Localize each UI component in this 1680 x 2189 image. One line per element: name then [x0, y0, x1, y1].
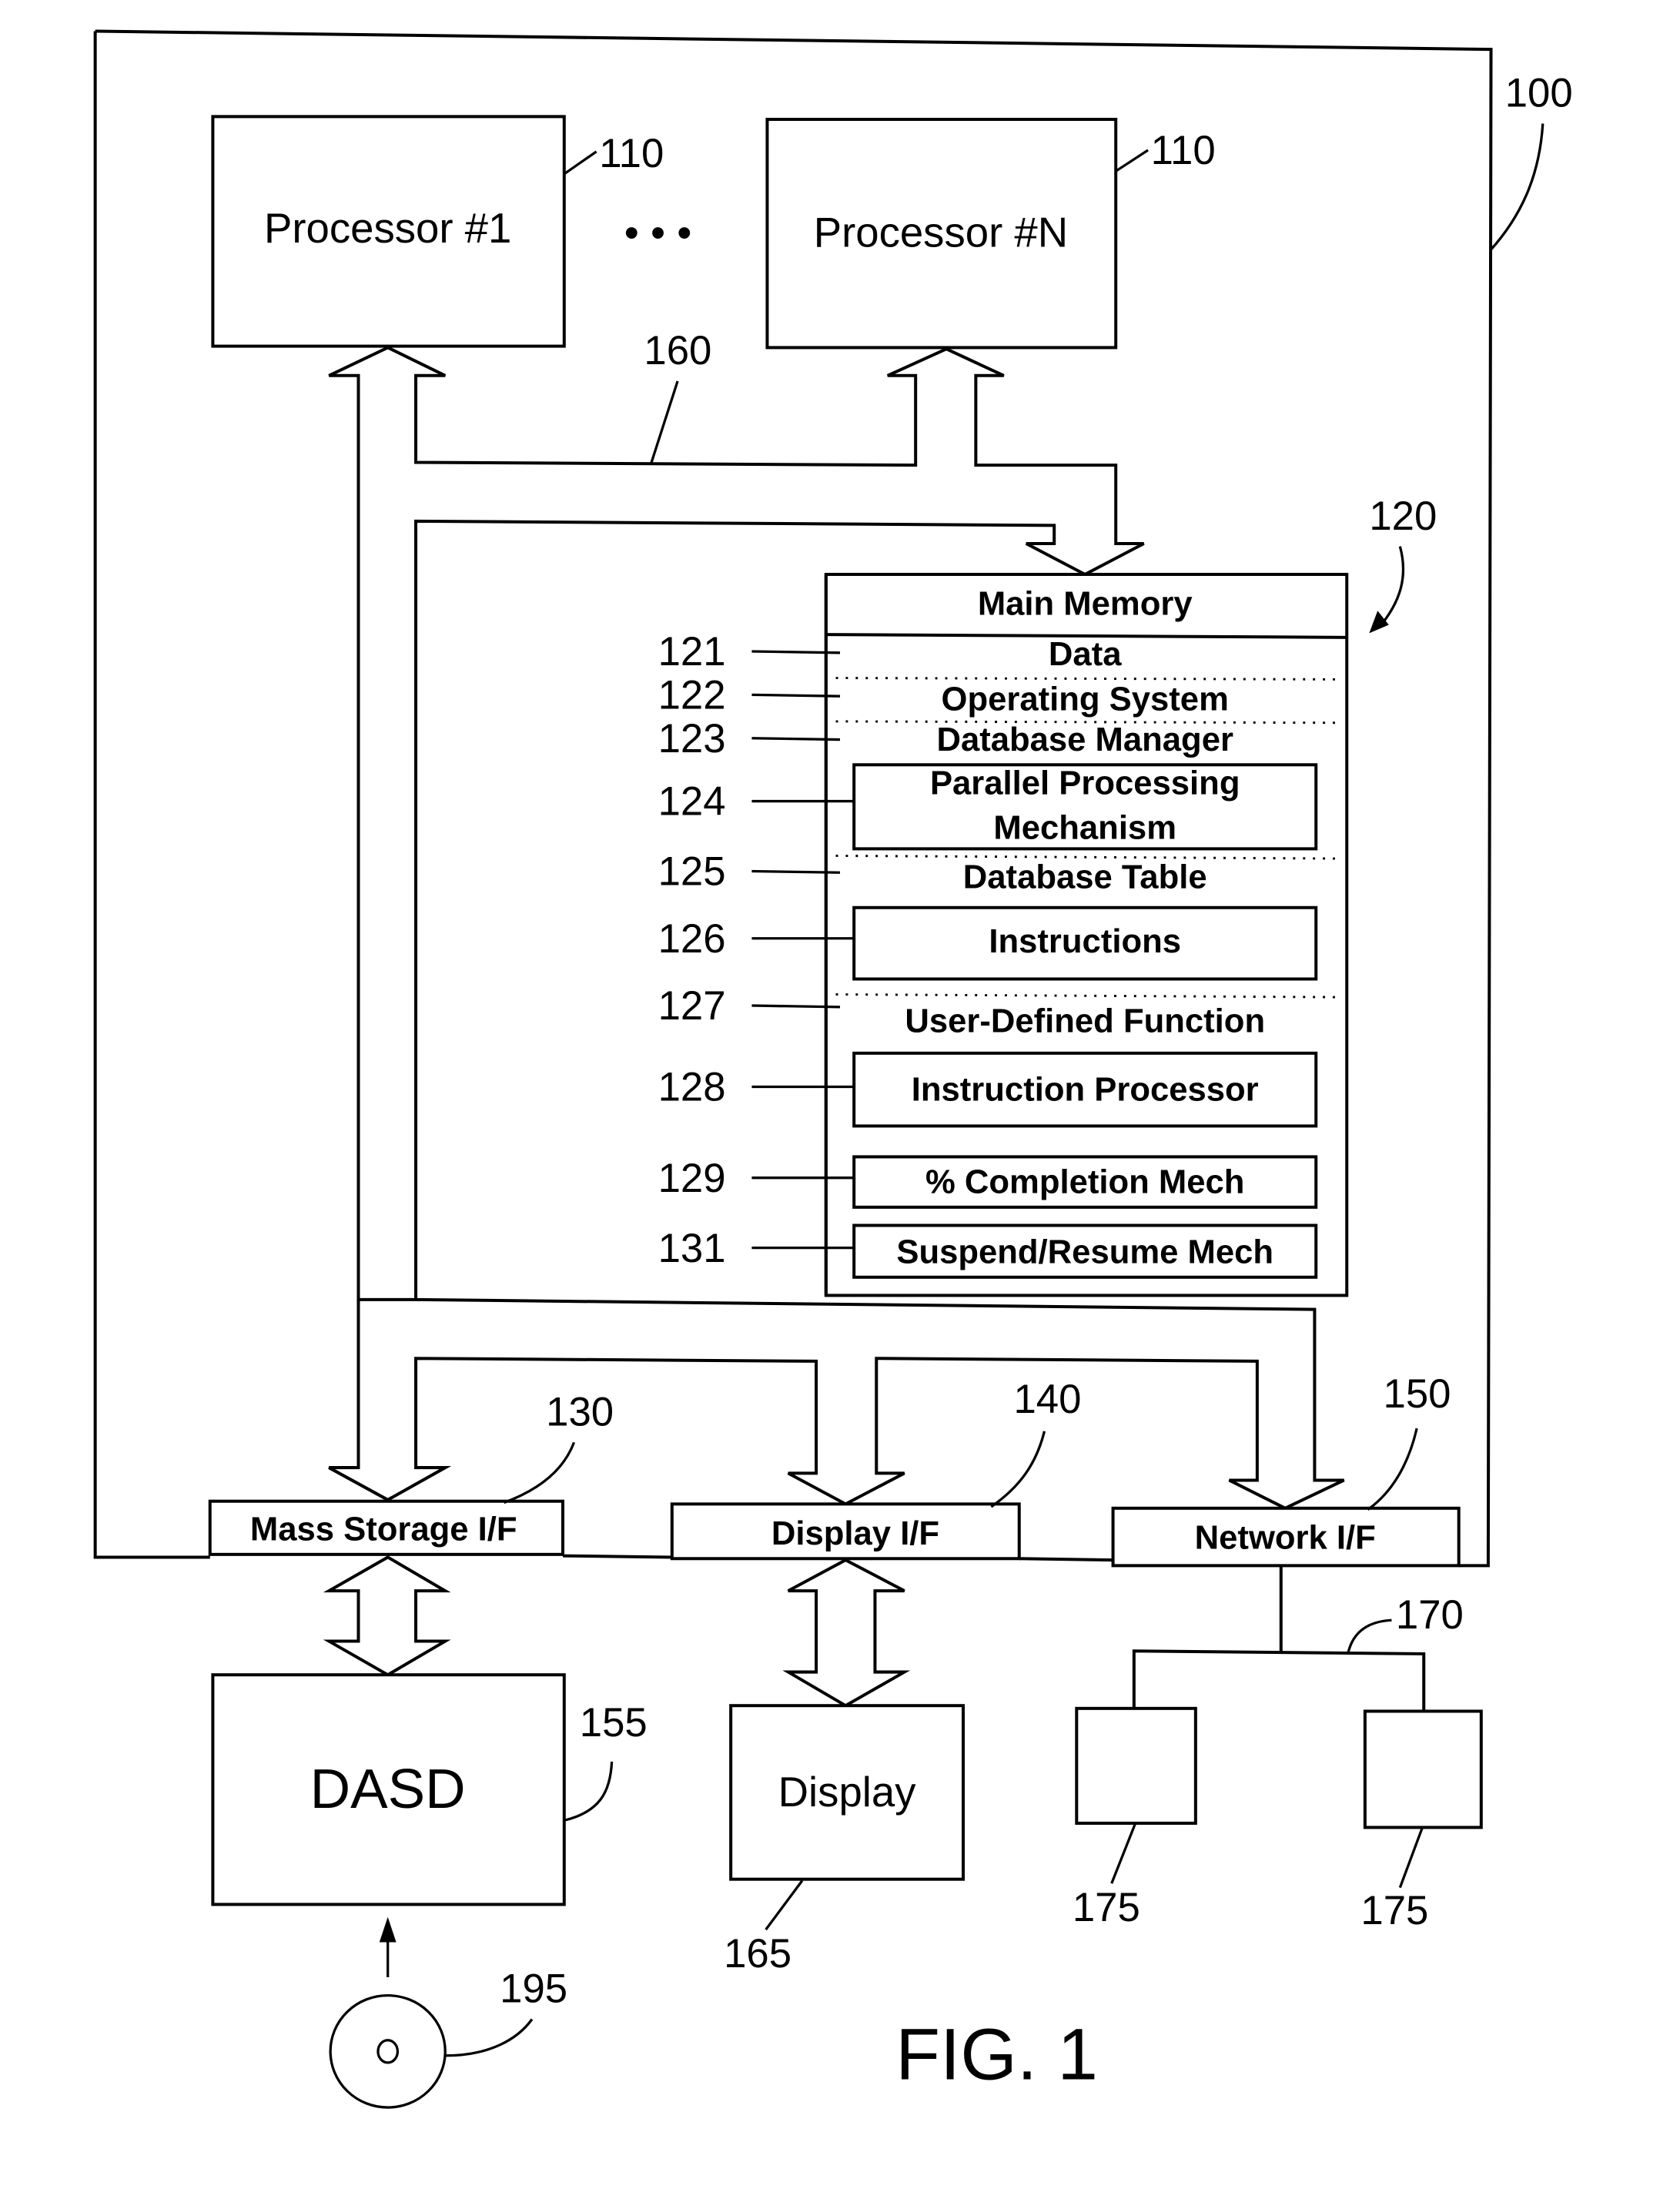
system-boundary-bottom-mid2	[1019, 1557, 1113, 1562]
ref-175-a: 175	[1073, 1885, 1140, 1930]
leader-120	[1377, 546, 1405, 629]
ref-140: 140	[1013, 1377, 1081, 1422]
display-if-label: Display I/F	[771, 1515, 939, 1552]
ref-123: 123	[658, 716, 726, 761]
mass-storage-if-label: Mass Storage I/F	[250, 1511, 517, 1548]
processor-1-ref: 110	[599, 131, 664, 176]
leader-100	[1490, 123, 1544, 251]
processor-n-leader	[1115, 149, 1149, 172]
network-branch	[1132, 1649, 1426, 1712]
ref-121: 121	[658, 629, 726, 674]
display-double-arrow	[782, 1558, 911, 1708]
ref-125: 125	[658, 849, 726, 895]
memory-item-data: Data	[1049, 635, 1122, 673]
ref-124: 124	[658, 779, 726, 825]
ref-131: 131	[658, 1226, 726, 1271]
ref-100: 100	[1505, 71, 1573, 116]
ref-122: 122	[658, 673, 726, 718]
ref-195: 195	[500, 1966, 567, 2012]
leader-155	[564, 1761, 614, 1822]
processor-1-leader	[563, 150, 597, 176]
main-memory: Main Memory 120 121 Data 122 Operating S…	[658, 494, 1437, 1297]
memory-item-instruction-processor: Instruction Processor	[912, 1071, 1259, 1109]
display-device: Display 165	[724, 1704, 965, 1976]
display-label: Display	[778, 1769, 917, 1816]
processor-n: Processor #N 110	[765, 118, 1216, 350]
ref-127: 127	[658, 983, 726, 1029]
memory-item-database-table: Database Table	[963, 858, 1207, 895]
system-boundary-100-left	[93, 31, 210, 1559]
memory-item-completion-mech: % Completion Mech	[925, 1163, 1244, 1201]
memory-item-instructions: Instructions	[989, 922, 1181, 960]
network-if-label: Network I/F	[1195, 1519, 1376, 1557]
leader-160	[649, 380, 679, 464]
leader-165	[765, 1879, 804, 1931]
leader-195	[445, 2018, 534, 2057]
disc-icon	[329, 1993, 447, 2109]
ref-170: 170	[1396, 1592, 1464, 1638]
processor-n-ref: 110	[1151, 128, 1216, 173]
workstation-1-box	[1075, 1706, 1197, 1825]
storage-media: 195	[329, 1916, 567, 2109]
leader-140	[990, 1431, 1046, 1508]
media-arrowhead	[379, 1916, 397, 1943]
leader-120-arrowhead	[1369, 611, 1389, 634]
dasd: DASD 155	[211, 1673, 648, 1906]
ellipsis-dots: • • •	[624, 209, 692, 256]
ref-128: 128	[658, 1065, 726, 1110]
memory-item-user-defined-function: User-Defined Function	[905, 1002, 1265, 1040]
network: 170 175 175	[1073, 1565, 1483, 1933]
dasd-double-arrow	[323, 1555, 451, 1677]
memory-item-parallel-processing-line2: Mechanism	[993, 809, 1176, 847]
ref-120: 120	[1369, 494, 1437, 539]
ref-130: 130	[546, 1390, 614, 1435]
memory-item-parallel-processing-line1: Parallel Processing	[930, 764, 1240, 802]
leader-130	[504, 1441, 576, 1505]
ref-175-b: 175	[1360, 1888, 1428, 1933]
disc-hole-icon	[376, 2039, 400, 2064]
ref-165: 165	[724, 1931, 791, 1976]
ref-129: 129	[658, 1156, 726, 1201]
memory-item-database-manager: Database Manager	[936, 721, 1233, 758]
ref-126: 126	[658, 916, 726, 962]
processor-n-label: Processor #N	[814, 209, 1068, 256]
main-memory-title: Main Memory	[978, 585, 1193, 623]
leader-175-a	[1110, 1822, 1137, 1884]
patent-diagram: 100 Processor #1 110 • • • Processor #N …	[93, 29, 1573, 2109]
system-boundary-bottom-mid1	[562, 1554, 672, 1559]
processor-1: Processor #1 110	[211, 115, 664, 348]
leader-175-b	[1398, 1826, 1424, 1889]
memory-item-operating-system: Operating System	[942, 680, 1229, 718]
dasd-label: DASD	[310, 1758, 466, 1820]
figure-caption: FIG. 1	[895, 2014, 1098, 2096]
leader-150	[1367, 1428, 1418, 1511]
processor-1-label: Processor #1	[264, 205, 511, 252]
ref-150: 150	[1384, 1371, 1451, 1417]
ref-155: 155	[580, 1700, 648, 1746]
ref-160: 160	[644, 328, 711, 373]
leader-170	[1347, 1618, 1392, 1653]
bus-arrow-network	[328, 1297, 1345, 1511]
workstation-2-box	[1363, 1709, 1483, 1829]
memory-item-suspend-resume-mech: Suspend/Resume Mech	[896, 1233, 1273, 1271]
